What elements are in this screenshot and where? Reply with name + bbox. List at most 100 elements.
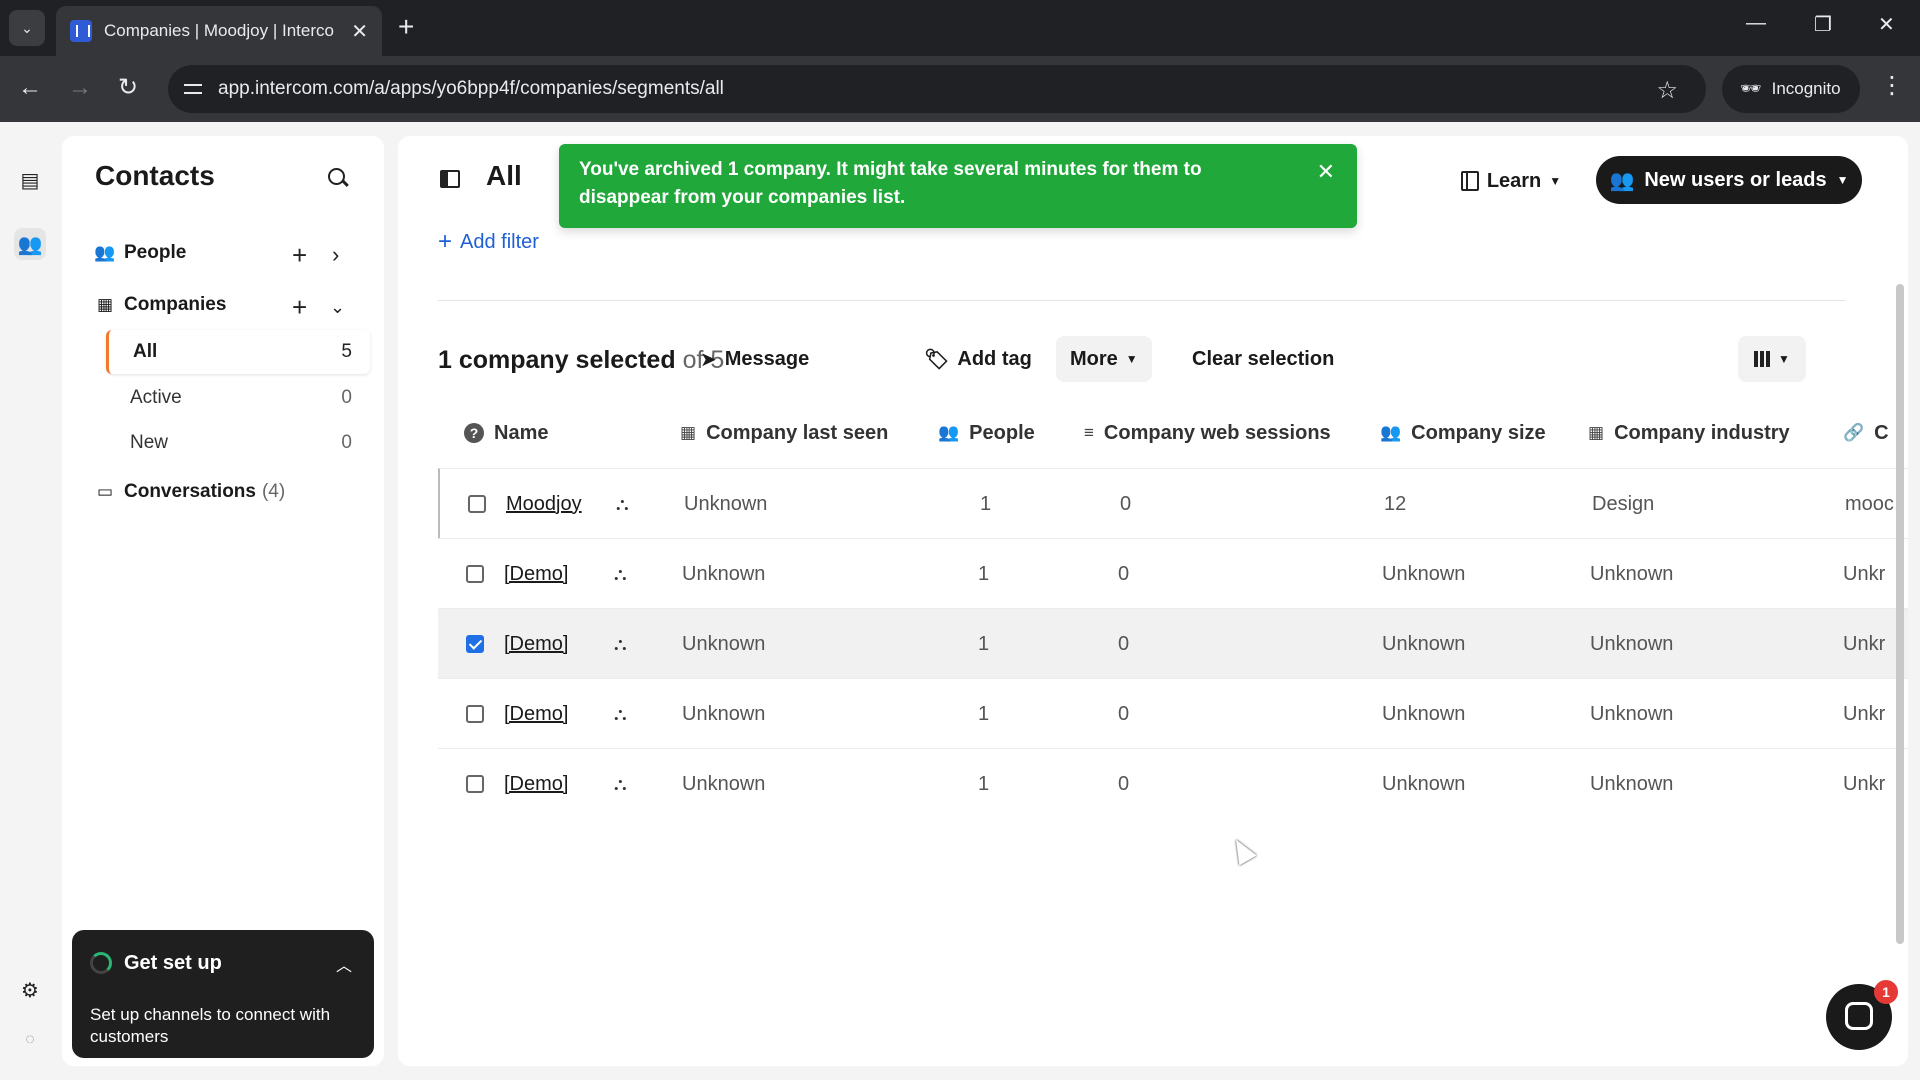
browser-tab-active[interactable]: Companies | Moodjoy | Interco ✕ [56, 6, 382, 56]
add-people-plus-icon[interactable]: + [292, 242, 307, 268]
user-avatar-icon[interactable]: ◌ [14, 1024, 46, 1056]
table-row[interactable]: [Demo] ⛬ Unknown 1 0 Unknown Unknown Unkr [438, 748, 1908, 818]
tab-close-icon[interactable]: ✕ [351, 19, 368, 44]
company-name-link[interactable]: Moodjoy [506, 469, 582, 539]
add-filter-button[interactable]: + Add filter [438, 228, 539, 256]
columns-toggle-button[interactable]: ▼ [1738, 336, 1806, 382]
browser-menu-icon[interactable]: ⋮ [1880, 71, 1904, 100]
clear-selection-label: Clear selection [1192, 347, 1335, 370]
row-checkbox-cell[interactable] [466, 749, 484, 819]
table-row[interactable]: [Demo] ⛬ Unknown 1 0 Unknown Unknown Unkr [438, 608, 1908, 678]
segment-count: 0 [341, 387, 352, 408]
help-icon[interactable]: ? [464, 423, 484, 443]
chevron-up-icon[interactable]: ︿ [336, 952, 352, 976]
column-header-people[interactable]: 👥 People [938, 398, 1035, 468]
bookmark-star-icon[interactable]: ☆ [1656, 76, 1678, 105]
address-bar[interactable]: app.intercom.com/a/apps/yo6bpp4f/compani… [168, 65, 1706, 113]
search-icon[interactable] [326, 166, 350, 190]
column-label: Company web sessions [1103, 421, 1331, 444]
incognito-indicator[interactable]: 🕶 Incognito [1722, 65, 1860, 113]
sidebar-item-people[interactable]: 👥 People [94, 242, 186, 264]
book-icon [1460, 171, 1479, 191]
forward-arrow-icon[interactable]: → [68, 73, 92, 103]
send-arrow-icon: ➤ [700, 348, 717, 371]
column-header-name[interactable]: ? Name [464, 398, 548, 468]
more-dropdown[interactable]: More ▼ [1056, 336, 1152, 382]
row-checkbox[interactable] [466, 635, 484, 653]
new-users-or-leads-button[interactable]: 👥 New users or leads ▼ [1596, 156, 1862, 204]
column-header-website[interactable]: 🔗 C [1843, 398, 1889, 468]
segment-all[interactable]: All 5 [106, 330, 370, 374]
table-row[interactable]: [Demo] ⛬ Unknown 1 0 Unknown Unknown Unkr [438, 678, 1908, 748]
company-type-icon: ⛬ [614, 749, 627, 819]
toast-close-icon[interactable]: ✕ [1317, 158, 1335, 186]
chevron-right-icon[interactable]: › [332, 242, 339, 268]
window-close-icon[interactable]: ✕ [1878, 12, 1895, 37]
segment-active[interactable]: Active 0 [106, 376, 370, 420]
row-checkbox-cell[interactable] [468, 469, 486, 539]
column-header-company-size[interactable]: 👥 Company size [1380, 398, 1546, 468]
table-row[interactable]: Moodjoy ⛬ Unknown 1 0 12 Design mooc [438, 468, 1908, 538]
tab-search-button[interactable]: ⌄ [9, 10, 45, 46]
clear-selection-button[interactable]: Clear selection [1178, 336, 1348, 382]
learn-label: Learn [1486, 169, 1542, 192]
people-group-icon: ⛬ [614, 773, 627, 794]
column-header-web-sessions[interactable]: ≡ Company web sessions [1084, 398, 1331, 468]
scrollbar-thumb[interactable] [1896, 284, 1904, 944]
tab-title: Companies | Moodjoy | Interco [104, 21, 334, 40]
company-type-icon: ⛬ [614, 609, 627, 679]
cell-last-seen: Unknown [682, 702, 766, 725]
company-name-link[interactable]: [Demo] [504, 609, 568, 679]
chevron-down-icon[interactable]: ⌄ [330, 294, 345, 320]
row-checkbox[interactable] [468, 495, 486, 513]
company-name-link[interactable]: [Demo] [504, 539, 568, 609]
message-label: Message [724, 347, 810, 370]
get-set-up-card[interactable]: Get set up ︿ Set up channels to connect … [72, 930, 374, 1058]
inbox-icon[interactable]: ▤ [14, 164, 46, 196]
sidebar-toggle-icon[interactable] [440, 170, 460, 188]
caret-down-icon: ▼ [1778, 352, 1790, 366]
sidebar-item-companies[interactable]: ▦ Companies [94, 294, 226, 316]
caret-down-icon: ▼ [1836, 173, 1849, 187]
contacts-icon[interactable]: 👥 [14, 228, 46, 260]
column-label: Company industry [1614, 421, 1790, 444]
cell-company-size: Unknown [1382, 772, 1466, 795]
segment-new[interactable]: New 0 [106, 421, 370, 465]
column-label: Company size [1411, 421, 1546, 444]
calendar-icon: ▦ [680, 423, 697, 442]
sidebar-item-conversations[interactable]: ▭ Conversations (4) [94, 481, 285, 503]
site-info-icon[interactable] [184, 79, 204, 99]
table-row[interactable]: [Demo] ⛬ Unknown 1 0 Unknown Unknown Unkr [438, 538, 1908, 608]
vertical-scrollbar[interactable] [1894, 266, 1906, 1046]
browser-toolbar: ← → ↻ app.intercom.com/a/apps/yo6bpp4f/c… [0, 56, 1920, 122]
divider [438, 300, 1846, 301]
row-checkbox[interactable] [466, 775, 484, 793]
row-checkbox-cell[interactable] [466, 539, 484, 609]
new-tab-button[interactable]: + [398, 12, 414, 42]
row-checkbox-cell[interactable] [466, 679, 484, 749]
column-header-industry[interactable]: ▦ Company industry [1588, 398, 1790, 468]
message-button[interactable]: ➤ Message [686, 336, 823, 382]
restore-icon[interactable]: ❐ [1814, 12, 1832, 37]
add-company-plus-icon[interactable]: + [292, 294, 307, 320]
reload-icon[interactable]: ↻ [118, 73, 138, 103]
left-nav-rail: ▤ 👥 ⚙ ◌ [0, 122, 60, 1080]
back-arrow-icon[interactable]: ← [18, 73, 42, 103]
row-checkbox-cell[interactable] [466, 609, 484, 679]
learn-button[interactable]: Learn ▼ [1450, 158, 1572, 204]
company-name-link[interactable]: [Demo] [504, 679, 568, 749]
cell-people: 1 [978, 632, 990, 655]
list-icon: ≡ [1084, 423, 1094, 442]
row-checkbox[interactable] [466, 705, 484, 723]
minimize-icon[interactable]: — [1746, 12, 1766, 35]
cell-company-industry: Design [1592, 492, 1655, 515]
row-checkbox[interactable] [466, 565, 484, 583]
messenger-launcher[interactable]: 1 [1826, 980, 1898, 1050]
settings-gear-icon[interactable]: ⚙ [14, 974, 46, 1006]
cell-website: Unkr [1843, 702, 1886, 725]
add-tag-button[interactable]: 🏷 Add tag [910, 336, 1046, 382]
setup-title: Get set up [124, 952, 222, 974]
company-name-link[interactable]: [Demo] [504, 749, 568, 819]
column-header-last-seen[interactable]: ▦ Company last seen [680, 398, 888, 468]
chat-bubble-icon [1845, 1002, 1873, 1030]
